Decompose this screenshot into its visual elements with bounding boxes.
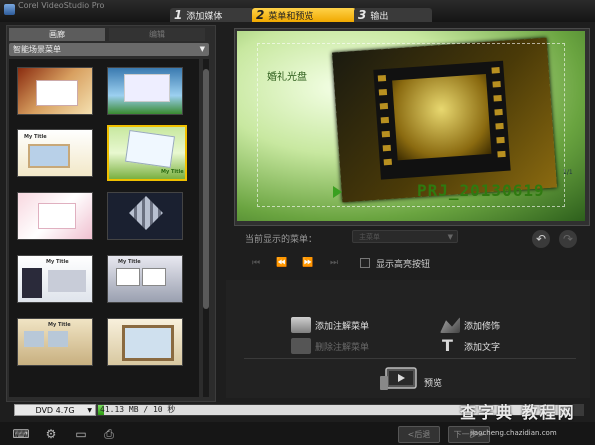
step-label: 添加媒体 bbox=[186, 12, 223, 22]
dropdown-value: 智能场景菜单 bbox=[13, 45, 61, 54]
previous-page-button[interactable]: ⏪ bbox=[272, 258, 292, 270]
monitor-play-icon bbox=[380, 367, 417, 390]
fast-forward-icon: ⏩ bbox=[302, 258, 314, 268]
chevron-down-icon: ▼ bbox=[447, 233, 453, 241]
settings-button[interactable]: ⚙ bbox=[40, 426, 62, 442]
step-number: 1 bbox=[174, 8, 183, 22]
step-label: 菜单和预览 bbox=[268, 12, 314, 22]
thumbnail-title: My Title bbox=[24, 134, 47, 140]
printer-icon: ⎙ bbox=[104, 427, 114, 441]
watermark-url: jiaocheng.chazidian.com bbox=[470, 429, 557, 437]
thumbnail-title: My Title bbox=[48, 322, 71, 328]
thumbnail-frame bbox=[24, 331, 44, 347]
current-menu-dropdown[interactable]: 主菜单 ▼ bbox=[352, 230, 458, 243]
template-thumbnail[interactable] bbox=[107, 192, 183, 240]
template-thumbnail[interactable]: My Title bbox=[17, 318, 93, 366]
preview-label: 预览 bbox=[424, 379, 443, 389]
thumbnail-frame bbox=[122, 325, 174, 361]
aspect-ratio-button[interactable]: ▭ bbox=[70, 426, 92, 442]
skip-back-icon: ⏮ bbox=[251, 258, 261, 268]
step-add-media-tab[interactable]: 1 添加媒体 bbox=[170, 8, 254, 22]
template-thumbnail[interactable]: My Title bbox=[17, 255, 93, 303]
thumbnail-frame bbox=[36, 80, 78, 106]
redo-icon: ↷ bbox=[562, 232, 574, 246]
thumbnail-frame bbox=[116, 268, 140, 286]
disc-type-value: DVD 4.7G bbox=[35, 406, 75, 415]
thumbnail-frame bbox=[142, 268, 166, 286]
thumbnail-title: My Title bbox=[118, 259, 141, 265]
menu-caption-text[interactable]: 婚礼光盘 bbox=[267, 68, 307, 83]
gear-icon: ⚙ bbox=[45, 427, 57, 441]
project-name-text[interactable]: PRJ_20130619 bbox=[417, 181, 545, 200]
rewind-icon: ⏪ bbox=[276, 258, 288, 268]
delete-note-menu-label: 删除注解菜单 bbox=[315, 343, 370, 353]
current-menu-label: 当前显示的菜单： bbox=[245, 235, 318, 245]
show-highlight-label: 显示高亮按钮 bbox=[376, 260, 431, 270]
template-thumbnail-selected[interactable]: My Title bbox=[107, 125, 187, 181]
disc-type-dropdown[interactable]: DVD 4.7G ▼ bbox=[14, 404, 96, 416]
template-thumbnail[interactable] bbox=[17, 67, 93, 115]
thumbnail-frame bbox=[124, 129, 176, 169]
divider bbox=[244, 358, 576, 359]
next-page-button[interactable]: ⏩ bbox=[298, 258, 318, 270]
play-arrow-icon[interactable] bbox=[333, 186, 342, 198]
thumbnail-frame bbox=[28, 144, 70, 168]
skip-forward-icon: ⏭ bbox=[329, 258, 339, 268]
first-page-button[interactable]: ⏮ bbox=[246, 258, 266, 270]
template-thumbnail[interactable]: My Title bbox=[17, 129, 93, 177]
dropdown-value: 主菜单 bbox=[359, 233, 380, 241]
note-menu-icon bbox=[291, 338, 311, 354]
thumbnail-title: My Title bbox=[46, 259, 69, 265]
template-thumbnail[interactable] bbox=[17, 192, 93, 240]
keyboard-button[interactable]: ⌨ bbox=[10, 426, 32, 442]
redo-button[interactable]: ↷ bbox=[559, 230, 577, 248]
template-scrollbar[interactable] bbox=[203, 59, 209, 397]
last-page-button[interactable]: ⏭ bbox=[324, 258, 344, 270]
thumbnail-frame bbox=[48, 270, 86, 292]
thumbnail-title: My Title bbox=[161, 169, 184, 175]
template-thumbnail[interactable] bbox=[107, 318, 183, 366]
app-icon bbox=[4, 4, 15, 15]
chevron-down-icon: ▼ bbox=[199, 45, 205, 53]
tab-edit[interactable]: 编辑 bbox=[109, 28, 205, 41]
step-output-tab[interactable]: 3 输出 bbox=[354, 8, 432, 22]
template-thumbnail[interactable] bbox=[107, 67, 183, 115]
page-indicator: 1/1 bbox=[563, 169, 573, 176]
thumbnail-frame bbox=[48, 331, 68, 347]
step-number: 3 bbox=[358, 8, 367, 22]
thumbnail-frame bbox=[38, 203, 76, 229]
template-thumbnail-grid: My Title My Title My Title My Title My T… bbox=[9, 59, 199, 397]
undo-icon: ↶ bbox=[535, 232, 547, 246]
back-button[interactable]: <后退 bbox=[398, 426, 440, 443]
print-button[interactable]: ⎙ bbox=[98, 426, 120, 442]
thumbnail-frame bbox=[129, 196, 163, 230]
keyboard-icon: ⌨ bbox=[12, 427, 30, 441]
chevron-down-icon: ▼ bbox=[87, 407, 92, 414]
add-decoration-label: 添加修饰 bbox=[464, 322, 501, 332]
menu-preview-canvas: 婚礼光盘 PRJ_20130619 1/1 bbox=[237, 31, 585, 221]
show-highlight-checkbox[interactable] bbox=[360, 258, 370, 268]
template-panel: 画廊 编辑 智能场景菜单 ▼ My Title My Title My Titl… bbox=[6, 25, 216, 402]
thumbnail-frame bbox=[124, 74, 170, 102]
template-category-dropdown[interactable]: 智能场景菜单 ▼ bbox=[9, 43, 209, 56]
step-label: 输出 bbox=[370, 12, 389, 22]
tab-gallery[interactable]: 画廊 bbox=[9, 28, 105, 41]
undo-button[interactable]: ↶ bbox=[532, 230, 550, 248]
window-title: Corel VideoStudio Pro bbox=[18, 1, 105, 10]
scrollbar-thumb[interactable] bbox=[203, 69, 209, 309]
note-menu-icon bbox=[291, 317, 311, 333]
template-thumbnail[interactable]: My Title bbox=[107, 255, 183, 303]
step-menu-preview-tab[interactable]: 2 菜单和预览 bbox=[252, 8, 356, 22]
step-number: 2 bbox=[256, 8, 265, 22]
watermark-title: 查字典 教程网 bbox=[460, 403, 576, 422]
aspect-ratio-icon: ▭ bbox=[75, 427, 87, 441]
thumbnail-frame bbox=[22, 268, 42, 298]
add-text-label: 添加文字 bbox=[464, 343, 501, 353]
add-note-menu-label: 添加注解菜单 bbox=[315, 322, 370, 332]
text-t-icon: T bbox=[442, 336, 453, 355]
capacity-text: 41.13 MB / 10 秒 bbox=[100, 405, 176, 414]
